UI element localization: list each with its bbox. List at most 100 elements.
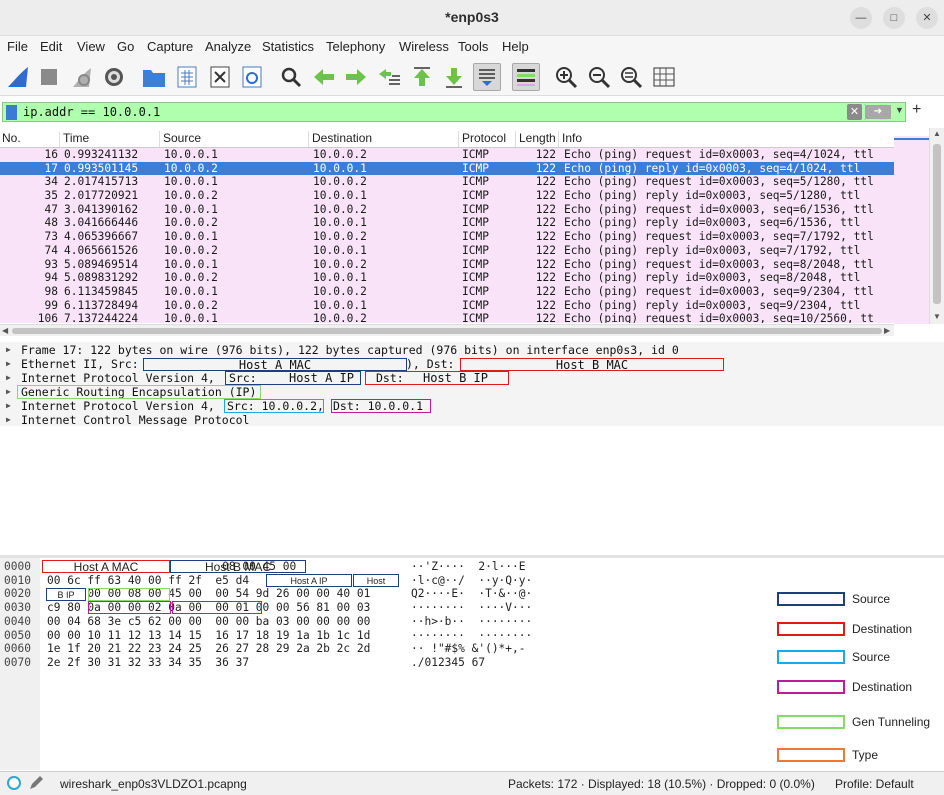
column-header-time[interactable]: Time [61, 131, 160, 147]
annotation-bytes-host-a-mac: Host A MAC [42, 560, 170, 573]
table-row[interactable]: 74 4.065661526 10.0.0.2 10.0.0.1 ICMP 122 Echo… [0, 243, 894, 258]
cell-proto: ICMP [462, 284, 489, 298]
scroll-down-icon[interactable]: ▼ [933, 312, 941, 321]
filter-history-dropdown[interactable]: ▼ [895, 105, 904, 115]
cell-time: 6.113459845 [64, 284, 139, 298]
expert-info-icon[interactable] [6, 775, 22, 794]
menu-file[interactable]: File [7, 39, 28, 54]
column-header-length[interactable]: Length [517, 131, 559, 147]
cell-no: 47 [44, 202, 58, 216]
menu-telephony[interactable]: Telephony [326, 39, 385, 54]
bookmark-icon[interactable] [6, 105, 17, 120]
detail-icmp[interactable]: ▶ Internet Control Message Protocol [0, 413, 944, 427]
menu-go[interactable]: Go [117, 39, 134, 54]
expand-arrow-icon[interactable]: ▶ [6, 399, 11, 413]
scroll-left-icon[interactable]: ◀ [2, 326, 8, 335]
bytes-hex: 00 6c ff 63 40 00 ff 2f e5 d4 [47, 573, 250, 587]
table-row[interactable]: 16 0.993241132 10.0.0.1 10.0.0.2 ICMP 122 Echo… [0, 148, 894, 162]
cell-no: 106 [37, 312, 58, 323]
capture-options-button[interactable] [100, 63, 128, 91]
menu-wireless[interactable]: Wireless [399, 39, 449, 54]
menu-edit[interactable]: Edit [40, 39, 62, 54]
table-row[interactable]: 35 2.017720921 10.0.0.2 10.0.0.1 ICMP 122 Echo… [0, 189, 894, 203]
restart-capture-button[interactable] [68, 63, 96, 91]
annotation-bytes-host-b-mac: Host B MAC [170, 560, 306, 573]
vertical-scroll-thumb[interactable] [933, 144, 941, 304]
scroll-up-icon[interactable]: ▲ [933, 129, 941, 138]
status-profile[interactable]: Profile: Default [835, 777, 914, 791]
menu-capture[interactable]: Capture [147, 39, 193, 54]
column-header-source[interactable]: Source [161, 131, 309, 147]
table-row[interactable]: 34 2.017415713 10.0.0.1 10.0.0.2 ICMP 122 Echo… [0, 175, 894, 190]
expand-arrow-icon[interactable]: ▶ [6, 413, 11, 427]
cell-dst: 10.0.0.1 [313, 216, 367, 230]
packet-list-vertical-scrollbar[interactable]: ▲ ▼ [929, 128, 944, 324]
column-header-destination[interactable]: Destination [310, 131, 459, 147]
cell-proto: ICMP [462, 216, 489, 230]
menu-view[interactable]: View [77, 39, 105, 54]
expand-arrow-icon[interactable]: ▶ [6, 371, 11, 385]
table-row[interactable]: 99 6.113728494 10.0.0.2 10.0.0.1 ICMP 122 Echo… [0, 298, 894, 313]
cell-dst: 10.0.0.1 [313, 161, 367, 175]
detail-ethernet[interactable]: ▶ Ethernet II, Src: ), Dst: Host A MAC H… [0, 357, 944, 371]
annotation-host-b-mac: Host B MAC [460, 358, 724, 371]
open-file-button[interactable] [140, 63, 168, 91]
last-packet-button[interactable] [440, 63, 468, 91]
resize-columns-button[interactable] [650, 63, 678, 91]
detail-gre[interactable]: ▶ Generic Routing Encapsulation (IP) [0, 385, 944, 399]
apply-filter-button[interactable]: ➔ [865, 105, 891, 119]
start-capture-button[interactable] [4, 63, 32, 91]
menu-statistics[interactable]: Statistics [262, 39, 314, 54]
go-forward-button[interactable] [342, 63, 370, 91]
first-packet-button[interactable] [408, 63, 436, 91]
menu-help[interactable]: Help [502, 39, 529, 54]
minimize-button[interactable]: — [850, 7, 872, 29]
column-header-protocol[interactable]: Protocol [460, 131, 516, 147]
packet-minimap[interactable] [894, 136, 929, 324]
table-row[interactable]: 73 4.065396667 10.0.0.1 10.0.0.2 ICMP 122 Echo… [0, 230, 894, 244]
table-row[interactable]: 47 3.041390162 10.0.0.1 10.0.0.2 ICMP 122 Echo… [0, 202, 894, 217]
column-header-no[interactable]: No. [0, 131, 60, 147]
zoom-out-button[interactable] [585, 63, 613, 91]
table-row[interactable]: 48 3.041666446 10.0.0.2 10.0.0.1 ICMP 122 Echo… [0, 216, 894, 231]
close-button[interactable]: ✕ [916, 7, 938, 29]
expand-arrow-icon[interactable]: ▶ [6, 343, 11, 357]
normal-size-button[interactable] [617, 63, 645, 91]
stop-capture-button[interactable] [35, 63, 63, 91]
maximize-button[interactable]: □ [883, 7, 905, 29]
cell-time: 3.041390162 [64, 202, 139, 216]
expand-arrow-icon[interactable]: ▶ [6, 385, 11, 399]
horizontal-scroll-thumb[interactable] [12, 328, 882, 334]
table-row[interactable]: 93 5.089469514 10.0.0.1 10.0.0.2 ICMP 122 Echo… [0, 257, 894, 272]
autoscroll-button[interactable] [473, 63, 501, 91]
display-filter-input[interactable]: ip.addr == 10.0.0.1 ✕ ➔ ▼ [2, 102, 906, 122]
detail-ip-outer[interactable]: ▶ Internet Protocol Version 4, Src: Dst:… [0, 371, 944, 385]
colorize-button[interactable] [512, 63, 540, 91]
bytes-ascii: ········ ····V··· [411, 601, 533, 615]
minimize-icon: — [855, 12, 867, 24]
detail-frame[interactable]: ▶ Frame 17: 122 bytes on wire (976 bits)… [0, 343, 944, 357]
bytes-offset: 0050 [4, 628, 31, 642]
packet-list-horizontal-scrollbar[interactable]: ◀ ▶ [0, 324, 894, 336]
capture-comment-icon[interactable] [28, 775, 44, 794]
find-packet-button[interactable] [277, 63, 305, 91]
scroll-right-icon[interactable]: ▶ [884, 326, 890, 335]
reload-file-button[interactable] [238, 63, 266, 91]
column-header-info[interactable]: Info [560, 131, 894, 147]
go-back-button[interactable] [310, 63, 338, 91]
bytes-offset: 0010 [4, 573, 31, 587]
add-filter-button[interactable]: + [912, 101, 921, 119]
clear-filter-button[interactable]: ✕ [847, 104, 862, 120]
table-row[interactable]: 17 0.993501145 10.0.0.2 10.0.0.1 ICMP 122 Echo… [0, 161, 894, 176]
menu-tools[interactable]: Tools [458, 39, 488, 54]
expand-arrow-icon[interactable]: ▶ [6, 357, 11, 371]
detail-ip-inner[interactable]: ▶ Internet Protocol Version 4, Src: 10.0… [0, 399, 944, 413]
go-to-packet-button[interactable] [375, 63, 403, 91]
table-row[interactable]: 94 5.089831292 10.0.0.2 10.0.0.1 ICMP 122 Echo… [0, 271, 894, 285]
menu-analyze[interactable]: Analyze [205, 39, 251, 54]
close-file-button[interactable] [206, 63, 234, 91]
table-row[interactable]: 98 6.113459845 10.0.0.1 10.0.0.2 ICMP 122 Echo… [0, 284, 894, 299]
table-row[interactable]: 106 7.137244224 10.0.0.1 10.0.0.2 ICMP 122 Ech… [0, 312, 894, 323]
zoom-in-button[interactable] [552, 63, 580, 91]
save-file-button[interactable] [173, 63, 201, 91]
